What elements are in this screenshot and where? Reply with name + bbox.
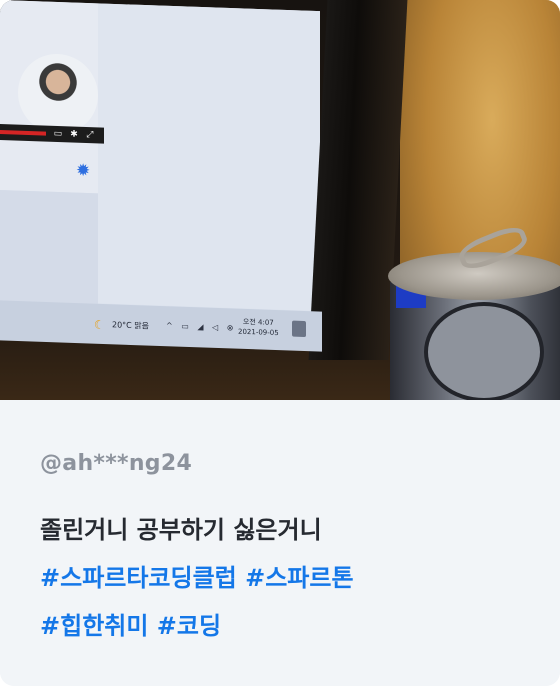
gear-icon: ✹ bbox=[76, 160, 91, 182]
hashtag-line: #스파르타코딩클럽 #스파르톤 bbox=[40, 554, 530, 602]
screen-main-pane bbox=[98, 3, 320, 312]
moon-icon: ☾ bbox=[94, 317, 105, 333]
hashtag[interactable]: #스파르톤 bbox=[245, 564, 353, 592]
post-caption: @ah***ng24 졸린거니 공부하기 싫은거니 #스파르타코딩클럽 #스파르… bbox=[0, 400, 560, 686]
post-card: ▭ ✱ ⤢ ✹ ☾ 20°C 맑음 ^ ▭ ◢ ◁ ⊗ 오전 4:07 2021… bbox=[0, 0, 560, 686]
system-tray-icons: ^ ▭ ◢ ◁ ⊗ bbox=[166, 321, 237, 333]
video-progress-bar bbox=[0, 130, 46, 136]
fullscreen-icon: ⤢ bbox=[86, 130, 94, 141]
hashtag[interactable]: #코딩 bbox=[157, 612, 221, 640]
captions-icon: ▭ bbox=[53, 128, 63, 140]
post-photo: ▭ ✱ ⤢ ✹ ☾ 20°C 맑음 ^ ▭ ◢ ◁ ⊗ 오전 4:07 2021… bbox=[0, 0, 560, 400]
username[interactable]: @ah***ng24 bbox=[40, 451, 192, 476]
post-text: 졸린거니 공부하기 싫은거니 #스파르타코딩클럽 #스파르톤 #힙한취미 #코딩 bbox=[40, 506, 530, 650]
notification-icon bbox=[292, 320, 306, 338]
hashtag-line: #힙한취미 #코딩 bbox=[40, 602, 530, 650]
monitor-screen: ▭ ✱ ⤢ ✹ bbox=[0, 0, 320, 322]
settings-icon: ✱ bbox=[70, 129, 78, 140]
hashtag[interactable]: #스파르타코딩클럽 bbox=[40, 564, 237, 592]
screen-bottom-pane bbox=[0, 190, 98, 314]
hashtag[interactable]: #힙한취미 bbox=[40, 612, 148, 640]
taskbar-clock-date: 2021-09-05 bbox=[238, 327, 279, 338]
beverage-can bbox=[388, 221, 560, 400]
can-logo bbox=[424, 302, 544, 400]
taskbar-weather: 20°C 맑음 bbox=[112, 320, 150, 331]
post-text-line: 졸린거니 공부하기 싫은거니 bbox=[40, 516, 322, 544]
taskbar-clock: 오전 4:07 2021-09-05 bbox=[238, 317, 279, 338]
